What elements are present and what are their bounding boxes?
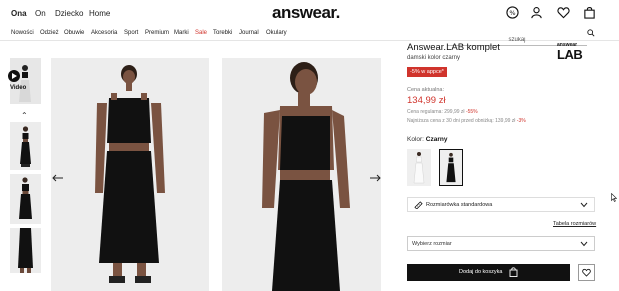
promo-badge: -5% w appce* [407,67,447,77]
search-bar [447,28,595,46]
color-swatch-white[interactable] [407,149,431,186]
category-nav: Nowości Odzież Obuwie Akcesoria Sport Pr… [0,26,619,46]
chevron-up-icon[interactable]: ⌃ [21,111,28,120]
category-nowosci[interactable]: Nowości [11,30,34,36]
wishlist-heart-icon[interactable] [557,6,570,19]
category-okulary[interactable]: Okulary [266,30,287,36]
category-torebki[interactable]: Torebki [213,30,232,36]
ruler-icon [414,201,423,209]
size-chart-accordion[interactable]: Rozmiarówka standardowa [407,197,595,212]
color-swatch-black-selected[interactable] [439,149,463,186]
category-odziez[interactable]: Odzież [40,30,59,36]
play-icon[interactable] [8,70,20,82]
current-price-label: Cena aktualna: [407,87,444,93]
shopping-bag-icon [509,267,518,277]
add-to-cart-label: Dodaj do koszyka [459,269,503,275]
gender-tab-dziecko[interactable]: Dziecko [55,9,83,18]
gender-tab-home[interactable]: Home [89,9,110,18]
size-select[interactable]: Wybierz rozmiar [407,236,595,251]
regular-discount: -55% [465,109,478,115]
cart-bag-icon[interactable] [583,6,596,19]
lowest-price-text: Najniższa cena z 30 dni przed obniżką: 1… [407,118,516,124]
lowest-discount: -3% [516,118,526,124]
category-journal[interactable]: Journal [239,30,259,36]
offers-icon[interactable]: % [506,6,519,19]
regular-price-text: Cena regularna: 299,99 zł [407,109,465,115]
category-marki[interactable]: Marki [174,30,189,36]
size-chart-label: Rozmiarówka standardowa [426,202,493,208]
size-table-link[interactable]: Tabela rozmiarów [553,221,596,227]
current-price: 134,99 zł [407,95,446,106]
mouse-cursor-icon [611,193,617,202]
product-image-front[interactable] [51,58,209,291]
heart-icon [582,268,591,277]
product-image-side[interactable] [222,58,381,291]
category-akcesoria[interactable]: Akcesoria [91,30,117,36]
category-obuwie[interactable]: Obuwie [64,30,84,36]
category-sale[interactable]: Sale [195,30,207,36]
brand-logo[interactable]: answear LAB [557,43,583,63]
svg-text:%: % [509,9,515,17]
gender-tab-ona[interactable]: Ona [11,9,27,18]
search-icon[interactable] [587,29,595,37]
video-label: Video [10,85,27,91]
color-label: Kolor: Czarny [407,136,447,143]
add-to-wishlist-button[interactable] [578,264,595,281]
chevron-down-icon [580,202,588,208]
size-select-value: Wybierz rozmiar [412,241,452,247]
color-value: Czarny [425,136,448,143]
chevron-down-icon [580,241,588,247]
lowest-price-line: Najniższa cena z 30 dni przed obniżką: 1… [407,118,526,124]
regular-price-line: Cena regularna: 299,99 zł -55% [407,109,478,115]
category-sport[interactable]: Sport [124,30,138,36]
account-icon[interactable] [530,6,543,19]
top-header: Ona On Dziecko Home answear. % [0,0,619,26]
answear-logo[interactable]: answear. [272,3,340,23]
category-premium[interactable]: Premium [145,30,169,36]
thumbnail-2[interactable] [10,174,41,224]
color-label-text: Kolor: [407,136,424,143]
brand-logo-text: LAB [557,47,583,62]
gallery-next-arrow-icon[interactable] [369,173,381,183]
add-to-cart-button[interactable]: Dodaj do koszyka [407,264,570,281]
thumbnail-3[interactable] [10,228,41,273]
product-subtitle: damski kolor czarny [407,55,461,61]
gender-tab-on[interactable]: On [35,9,46,18]
product-title: Answear.LAB komplet [407,42,500,53]
gallery-prev-arrow-icon[interactable] [52,173,64,183]
thumbnail-1[interactable] [10,122,41,170]
